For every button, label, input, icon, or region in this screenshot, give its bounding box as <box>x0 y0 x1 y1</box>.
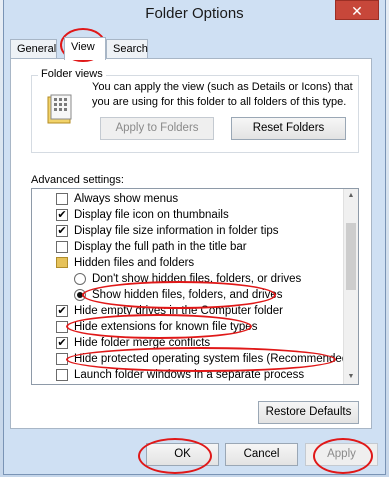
apply-button[interactable]: Apply <box>305 443 378 466</box>
checkbox[interactable] <box>56 193 68 205</box>
tab-general[interactable]: General <box>10 39 57 59</box>
setting-label: Launch folder windows in a separate proc… <box>74 369 305 381</box>
setting-label: Display the full path in the title bar <box>74 241 247 253</box>
reset-folders-button[interactable]: Reset Folders <box>231 117 346 140</box>
setting-label: Don't show hidden files, folders, or dri… <box>92 273 302 285</box>
cancel-button[interactable]: Cancel <box>225 443 298 466</box>
setting-label: Hidden files and folders <box>74 257 195 269</box>
scroll-thumb[interactable] <box>346 223 356 290</box>
checkbox-checked[interactable]: ✔ <box>56 305 68 317</box>
advanced-settings-label: Advanced settings: <box>31 174 124 186</box>
setting-label: Always show menus <box>74 193 179 205</box>
setting-label: Hide empty drives in the Computer folder <box>74 305 284 317</box>
checkbox[interactable] <box>56 241 68 253</box>
folder-views-description: You can apply the view (such as Details … <box>92 81 353 108</box>
folder-views-label: Folder views <box>38 68 106 80</box>
close-button[interactable]: ✕ <box>335 0 379 20</box>
folder-view-icon <box>47 94 72 124</box>
scroll-down-arrow-icon[interactable]: ▼ <box>344 370 358 384</box>
setting-label: Display file icon on thumbnails <box>74 209 229 221</box>
list-scrollbar[interactable]: ▲ ▼ <box>343 189 358 384</box>
checkbox-checked[interactable]: ✔ <box>56 209 68 221</box>
checkbox-checked[interactable]: ✔ <box>56 337 68 349</box>
radio-button-selected[interactable] <box>74 289 86 301</box>
restore-defaults-button[interactable]: Restore Defaults <box>258 401 359 424</box>
checkbox[interactable] <box>56 369 68 381</box>
setting-label: Show hidden files, folders, and drives <box>92 289 283 301</box>
window-title: Folder Options <box>145 5 244 22</box>
checkbox[interactable] <box>56 321 68 333</box>
folder-icon <box>56 257 68 268</box>
setting-label: Hide extensions for known file types <box>74 321 258 333</box>
setting-label: Hide folder merge conflicts <box>74 337 211 349</box>
title-bar[interactable]: Folder Options ✕ <box>4 0 385 30</box>
ok-button[interactable]: OK <box>146 443 219 466</box>
radio-button[interactable] <box>74 273 86 285</box>
setting-label: Hide protected operating system files (R… <box>74 353 353 365</box>
tab-view[interactable]: View <box>64 37 106 60</box>
tab-search[interactable]: Search <box>106 39 148 59</box>
checkbox[interactable] <box>56 353 68 365</box>
checkbox-checked[interactable]: ✔ <box>56 225 68 237</box>
advanced-settings-list[interactable]: Always show menus ✔ Display file icon on… <box>31 188 359 385</box>
apply-to-folders-button[interactable]: Apply to Folders <box>100 117 214 140</box>
scroll-up-arrow-icon[interactable]: ▲ <box>344 189 358 203</box>
setting-label: Display file size information in folder … <box>74 225 279 237</box>
